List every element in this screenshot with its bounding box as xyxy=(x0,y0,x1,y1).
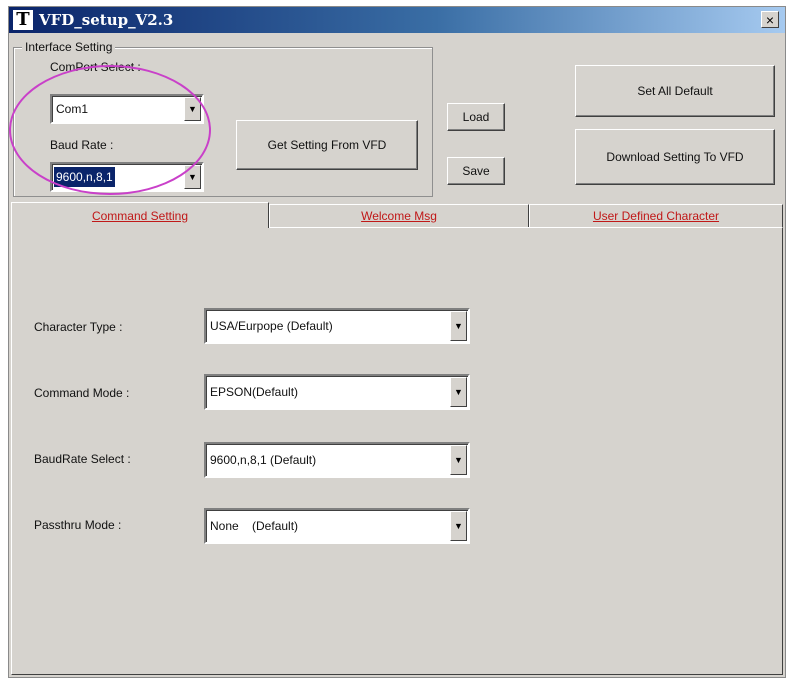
window-title: VFD_setup_V2.3 xyxy=(39,11,174,29)
baudrate-select[interactable]: 9600,n,8,1 (Default) ▼ xyxy=(204,442,470,478)
command-mode-label: Command Mode : xyxy=(34,386,130,400)
title-bar[interactable]: T VFD_setup_V2.3 × xyxy=(9,7,785,33)
tab-user-defined-character[interactable]: User Defined Character xyxy=(529,204,783,228)
settings-tabs: Command Setting Welcome Msg User Defined… xyxy=(11,202,783,228)
baudrate-select-label: BaudRate Select : xyxy=(34,452,131,466)
load-button[interactable]: Load xyxy=(447,103,505,131)
passthru-mode-value: None (Default) xyxy=(210,519,299,533)
set-all-default-button[interactable]: Set All Default xyxy=(575,65,775,117)
character-type-select[interactable]: USA/Eurpope (Default) ▼ xyxy=(204,308,470,344)
baudrate-select-value: 9600,n,8,1 (Default) xyxy=(210,453,317,467)
character-type-value: USA/Eurpope (Default) xyxy=(210,319,333,333)
command-setting-panel: Character Type : USA/Eurpope (Default) ▼… xyxy=(11,227,783,675)
comport-label: ComPort Select : xyxy=(50,60,141,74)
command-mode-value: EPSON(Default) xyxy=(210,385,299,399)
interface-setting-legend: Interface Setting xyxy=(22,40,116,54)
baud-rate-select[interactable]: 9600,n,8,1 ▼ xyxy=(50,162,204,192)
save-button[interactable]: Save xyxy=(447,157,505,185)
chevron-down-icon[interactable]: ▼ xyxy=(450,311,467,341)
chevron-down-icon[interactable]: ▼ xyxy=(184,97,201,121)
passthru-mode-label: Passthru Mode : xyxy=(34,518,122,532)
comport-select[interactable]: Com1 ▼ xyxy=(50,94,204,124)
command-mode-select[interactable]: EPSON(Default) ▼ xyxy=(204,374,470,410)
tab-command-setting[interactable]: Command Setting xyxy=(11,202,269,228)
chevron-down-icon[interactable]: ▼ xyxy=(450,511,467,541)
vfd-setup-window: T VFD_setup_V2.3 × Interface Setting Com… xyxy=(8,6,786,678)
close-icon: × xyxy=(765,12,775,28)
baud-rate-value: 9600,n,8,1 xyxy=(54,167,115,187)
chevron-down-icon[interactable]: ▼ xyxy=(184,165,201,189)
passthru-mode-select[interactable]: None (Default) ▼ xyxy=(204,508,470,544)
chevron-down-icon[interactable]: ▼ xyxy=(450,445,467,475)
app-icon: T xyxy=(13,10,33,30)
baud-rate-label: Baud Rate : xyxy=(50,138,114,152)
close-button[interactable]: × xyxy=(761,11,779,28)
get-setting-button[interactable]: Get Setting From VFD xyxy=(236,120,418,170)
comport-value: Com1 xyxy=(56,102,89,116)
tab-welcome-msg[interactable]: Welcome Msg xyxy=(269,204,529,228)
interface-setting-group: Interface Setting ComPort Select : Com1 … xyxy=(13,40,433,197)
character-type-label: Character Type : xyxy=(34,320,123,334)
chevron-down-icon[interactable]: ▼ xyxy=(450,377,467,407)
download-setting-button[interactable]: Download Setting To VFD xyxy=(575,129,775,185)
